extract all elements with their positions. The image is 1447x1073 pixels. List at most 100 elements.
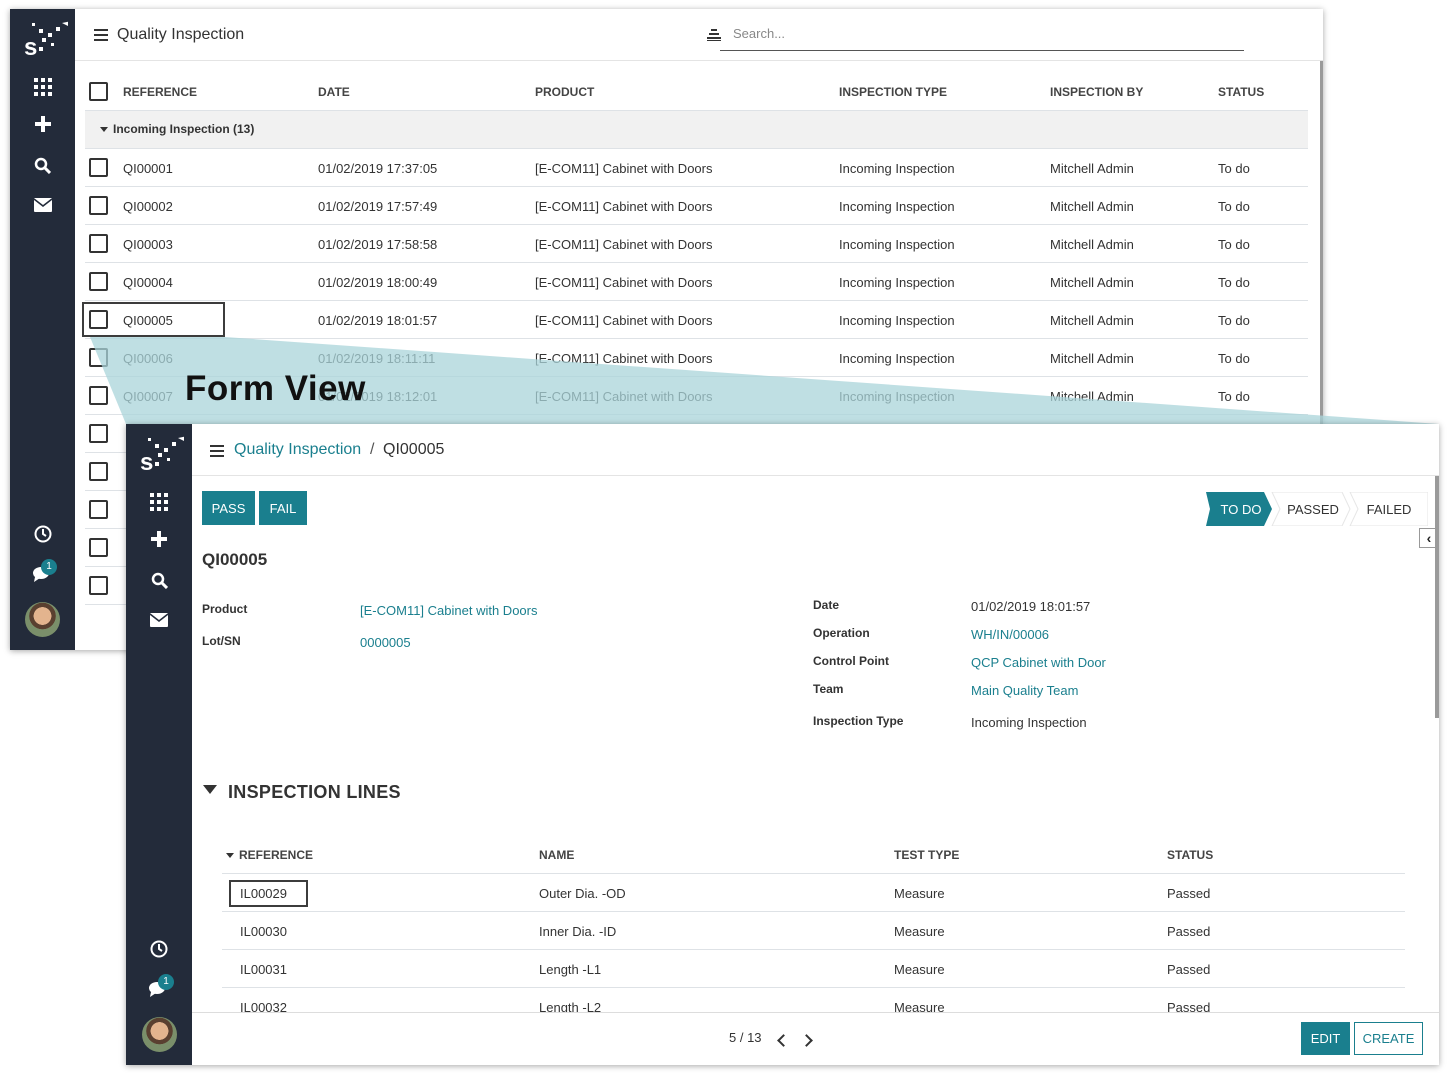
col-test-type[interactable]: TEST TYPE bbox=[894, 848, 959, 862]
row-checkbox[interactable] bbox=[89, 386, 108, 405]
avatar[interactable] bbox=[142, 1017, 177, 1052]
col-name[interactable]: NAME bbox=[539, 848, 574, 862]
envelope-icon[interactable] bbox=[126, 605, 192, 635]
plus-icon[interactable] bbox=[126, 524, 192, 554]
table-row[interactable]: IL00029 Outer Dia. -OD Measure Passed bbox=[222, 874, 1405, 912]
page-title: Quality Inspection bbox=[117, 26, 245, 43]
row-checkbox[interactable] bbox=[89, 538, 108, 557]
col-product[interactable]: PRODUCT bbox=[535, 85, 594, 99]
cell-inspection-by: Mitchell Admin bbox=[1050, 351, 1134, 366]
search-icon[interactable] bbox=[126, 565, 192, 595]
form-view-window: s 1 Quality Inspection / QI00005 PASS FA… bbox=[126, 424, 1439, 1065]
cell-inspection-by: Mitchell Admin bbox=[1050, 199, 1134, 214]
table-row[interactable]: QI00003 01/02/2019 17:58:58 [E-COM11] Cabi… bbox=[85, 225, 1308, 263]
table-row[interactable]: QI00005 01/02/2019 18:01:57 [E-COM11] Cabi… bbox=[85, 301, 1308, 339]
create-button[interactable]: CREATE bbox=[1354, 1022, 1423, 1055]
cell-reference: QI00003 bbox=[123, 237, 173, 252]
cell-date: 01/02/2019 17:58:58 bbox=[318, 237, 438, 252]
chevron-left-icon[interactable] bbox=[777, 1034, 790, 1047]
cell-name: Length -L1 bbox=[539, 962, 602, 977]
fail-button[interactable]: FAIL bbox=[259, 491, 307, 525]
col-reference[interactable]: REFERENCE bbox=[123, 85, 197, 99]
cell-inspection-type: Incoming Inspection bbox=[839, 275, 955, 290]
cell-product: [E-COM11] Cabinet with Doors bbox=[535, 237, 713, 252]
envelope-icon[interactable] bbox=[10, 190, 75, 220]
col-date[interactable]: DATE bbox=[318, 85, 350, 99]
scrollbar[interactable] bbox=[1435, 476, 1439, 718]
cell-status: To do bbox=[1218, 313, 1250, 328]
row-checkbox[interactable] bbox=[89, 158, 108, 177]
search-icon[interactable] bbox=[10, 150, 75, 180]
table-row[interactable]: IL00030 Inner Dia. -ID Measure Passed bbox=[222, 912, 1405, 950]
clock-icon[interactable] bbox=[10, 519, 75, 549]
field-label-date: Date bbox=[813, 598, 840, 612]
cell-status: To do bbox=[1218, 199, 1250, 214]
row-checkbox[interactable] bbox=[89, 272, 108, 291]
caret-down-icon bbox=[100, 127, 108, 133]
cell-inspection-by: Mitchell Admin bbox=[1050, 313, 1134, 328]
record-title: QI00005 bbox=[202, 550, 268, 569]
field-value-product[interactable]: [E-COM11] Cabinet with Doors bbox=[360, 603, 538, 618]
col-reference-label: REFERENCE bbox=[239, 848, 314, 862]
table-row[interactable]: QI00002 01/02/2019 17:57:49 [E-COM11] Cabi… bbox=[85, 187, 1308, 225]
cell-inspection-type: Incoming Inspection bbox=[839, 351, 955, 366]
apps-grid-icon[interactable] bbox=[10, 72, 75, 102]
cell-inspection-by: Mitchell Admin bbox=[1050, 275, 1134, 290]
edit-button[interactable]: EDIT bbox=[1301, 1022, 1350, 1055]
pass-button[interactable]: PASS bbox=[202, 491, 255, 525]
section-title: INSPECTION LINES bbox=[228, 782, 401, 802]
col-reference[interactable]: REFERENCE bbox=[226, 848, 313, 862]
callout-label: Form View bbox=[185, 369, 366, 408]
menu-icon[interactable] bbox=[94, 29, 108, 42]
breadcrumb-parent[interactable]: Quality Inspection bbox=[234, 441, 361, 459]
cell-status: To do bbox=[1218, 161, 1250, 176]
cell-reference: IL00031 bbox=[240, 962, 287, 977]
cell-inspection-type: Incoming Inspection bbox=[839, 237, 955, 252]
field-value-inspection-type: Incoming Inspection bbox=[971, 715, 1087, 730]
row-checkbox[interactable] bbox=[89, 500, 108, 519]
col-status[interactable]: STATUS bbox=[1218, 85, 1264, 99]
row-checkbox[interactable] bbox=[89, 462, 108, 481]
row-checkbox[interactable] bbox=[89, 348, 108, 367]
cell-product: [E-COM11] Cabinet with Doors bbox=[535, 313, 713, 328]
search-input[interactable]: Search... bbox=[720, 23, 1244, 51]
field-label-inspection-type: Inspection Type bbox=[813, 714, 904, 728]
col-status[interactable]: STATUS bbox=[1167, 848, 1213, 862]
table-row[interactable]: IL00031 Length -L1 Measure Passed bbox=[222, 950, 1405, 988]
select-all-checkbox[interactable] bbox=[89, 82, 108, 101]
field-value-team[interactable]: Main Quality Team bbox=[971, 683, 1078, 698]
cell-reference: IL00030 bbox=[240, 924, 287, 939]
col-inspection-by[interactable]: INSPECTION BY bbox=[1050, 85, 1143, 99]
group-row[interactable]: Incoming Inspection (13) bbox=[85, 111, 1308, 149]
table-row[interactable]: QI00001 01/02/2019 17:37:05 [E-COM11] Cabi… bbox=[85, 149, 1308, 187]
chevron-right-icon[interactable] bbox=[800, 1034, 813, 1047]
status-todo[interactable]: TO DO bbox=[1210, 492, 1272, 526]
cell-status: Passed bbox=[1167, 886, 1211, 901]
breadcrumb-separator: / bbox=[370, 441, 375, 458]
cell-status: Passed bbox=[1167, 924, 1211, 939]
table-row[interactable]: QI00004 01/02/2019 18:00:49 [E-COM11] Cabi… bbox=[85, 263, 1308, 301]
menu-icon[interactable] bbox=[210, 445, 224, 458]
avatar[interactable] bbox=[25, 602, 60, 637]
field-value-operation[interactable]: WH/IN/00006 bbox=[971, 627, 1049, 642]
field-value-lot[interactable]: 0000005 bbox=[360, 635, 411, 650]
status-failed[interactable]: FAILED bbox=[1354, 492, 1424, 526]
form-topbar bbox=[192, 424, 1439, 476]
caret-down-icon[interactable] bbox=[203, 785, 217, 794]
plus-icon[interactable] bbox=[10, 109, 75, 139]
row-checkbox[interactable] bbox=[89, 196, 108, 215]
field-label-operation: Operation bbox=[813, 626, 870, 640]
field-label-lot: Lot/SN bbox=[202, 634, 241, 648]
clock-icon[interactable] bbox=[126, 934, 192, 964]
status-passed[interactable]: PASSED bbox=[1276, 492, 1350, 526]
cell-inspection-type: Incoming Inspection bbox=[839, 199, 955, 214]
svg-text:s: s bbox=[24, 34, 37, 61]
row-checkbox[interactable] bbox=[89, 576, 108, 595]
row-checkbox[interactable] bbox=[89, 424, 108, 443]
row-checkbox[interactable] bbox=[89, 234, 108, 253]
apps-grid-icon[interactable] bbox=[126, 487, 192, 517]
field-value-control-point[interactable]: QCP Cabinet with Door bbox=[971, 655, 1106, 670]
col-inspection-type[interactable]: INSPECTION TYPE bbox=[839, 85, 947, 99]
field-label-team: Team bbox=[813, 682, 844, 696]
filter-icon[interactable] bbox=[707, 29, 721, 41]
